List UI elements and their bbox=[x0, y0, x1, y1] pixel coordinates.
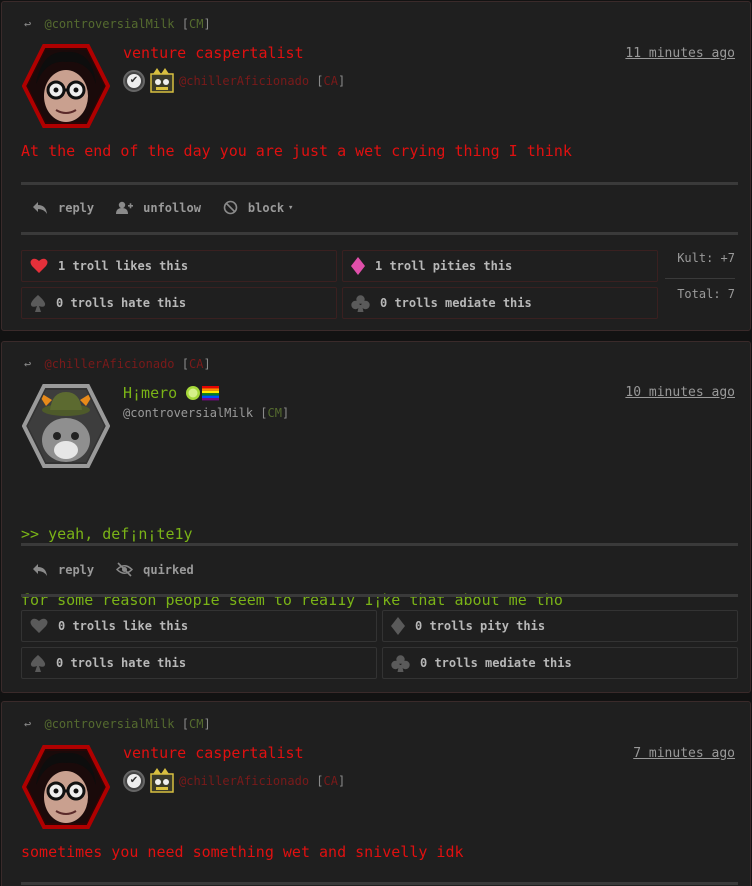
avatar[interactable] bbox=[22, 384, 110, 468]
reply-to-handle[interactable]: @controversialMilk bbox=[44, 17, 174, 31]
game-badge-icon bbox=[150, 68, 174, 93]
pity-count-label: 0 trolls pity this bbox=[415, 619, 546, 633]
divider bbox=[21, 543, 738, 546]
score-box: Kult: +7 Total: 7 bbox=[665, 251, 735, 314]
author-tag: CM bbox=[267, 406, 282, 420]
lime-and-pride-flag-icon bbox=[186, 386, 220, 401]
reply-label: reply bbox=[58, 562, 95, 577]
quirked-toggle[interactable]: quirked bbox=[116, 562, 194, 577]
mediate-reaction[interactable]: 0 trolls mediate this bbox=[342, 287, 658, 319]
action-bar: reply unfollow block ▾ bbox=[32, 200, 293, 215]
reply-to-tag: CM bbox=[188, 17, 204, 31]
post-card: ↩ @chillerAficionado [CA] H¡mero @contro… bbox=[1, 341, 751, 693]
author-tag: CA bbox=[323, 74, 338, 88]
author-handle[interactable]: @chillerAficionado bbox=[179, 74, 309, 88]
reply-arrow-icon bbox=[33, 201, 47, 214]
verified-badge-icon: ✔ bbox=[123, 70, 145, 92]
quirked-label: quirked bbox=[143, 562, 194, 577]
author-subline: @controversialMilk [CM] bbox=[123, 406, 290, 420]
diamond-icon bbox=[391, 617, 405, 635]
post-body-line: for some reason peop1e seem to rea11y 1¡… bbox=[21, 591, 563, 609]
reply-to-arrow-icon: ↩ bbox=[24, 17, 32, 31]
heart-icon bbox=[30, 258, 48, 273]
reactions-grid: 1 troll likes this 1 troll pities this 0… bbox=[21, 250, 658, 319]
pity-reaction[interactable]: 1 troll pities this bbox=[342, 250, 658, 282]
author-subline: ✔ @chillerAficionado [CA] bbox=[123, 68, 345, 94]
divider bbox=[21, 882, 738, 885]
reply-to-arrow-icon: ↩ bbox=[24, 357, 32, 371]
reply-button[interactable]: reply bbox=[32, 563, 94, 577]
like-reaction[interactable]: 0 trolls like this bbox=[21, 610, 377, 642]
reply-button[interactable]: reply bbox=[32, 201, 94, 215]
spade-icon bbox=[30, 654, 46, 672]
hate-reaction[interactable]: 0 trolls hate this bbox=[21, 647, 377, 679]
post-body-line: >> yeah, def¡n¡te1y bbox=[21, 525, 193, 543]
reply-arrow-icon bbox=[33, 563, 47, 576]
reply-to-tag: CA bbox=[188, 357, 204, 371]
diamond-icon bbox=[351, 257, 365, 275]
like-count-label: 1 troll likes this bbox=[58, 259, 189, 273]
block-button[interactable]: block ▾ bbox=[223, 200, 294, 215]
avatar[interactable] bbox=[22, 745, 110, 829]
hate-reaction[interactable]: 0 trolls hate this bbox=[21, 287, 337, 319]
display-name[interactable]: venture caspertalist bbox=[123, 744, 304, 762]
heart-icon bbox=[30, 618, 48, 633]
unfollow-button[interactable]: unfollow bbox=[116, 201, 201, 215]
like-reaction[interactable]: 1 troll likes this bbox=[21, 250, 337, 282]
display-name[interactable]: venture caspertalist bbox=[123, 44, 304, 62]
reply-to-arrow-icon: ↩ bbox=[24, 717, 32, 731]
verified-badge-icon: ✔ bbox=[123, 770, 145, 792]
user-minus-icon bbox=[116, 201, 134, 214]
divider bbox=[21, 594, 738, 597]
action-bar: reply quirked bbox=[32, 562, 194, 577]
mediate-count-label: 0 trolls mediate this bbox=[420, 656, 572, 670]
spade-icon bbox=[30, 294, 46, 312]
author-handle[interactable]: @controversialMilk bbox=[123, 406, 253, 420]
author-subline: ✔ @chillerAficionado [CA] bbox=[123, 768, 345, 794]
like-count-label: 0 trolls like this bbox=[58, 619, 189, 633]
reply-to-line: ↩ @controversialMilk [CM] bbox=[24, 717, 211, 731]
author-handle[interactable]: @chillerAficionado bbox=[179, 774, 309, 788]
reply-to-handle[interactable]: @chillerAficionado bbox=[44, 357, 174, 371]
divider bbox=[21, 232, 738, 235]
game-badge-icon bbox=[150, 768, 174, 793]
kult-score: Kult: +7 bbox=[677, 251, 735, 265]
club-icon bbox=[391, 654, 410, 672]
avatar[interactable] bbox=[22, 44, 110, 128]
club-icon bbox=[351, 294, 370, 312]
timestamp[interactable]: 7 minutes ago bbox=[633, 746, 735, 761]
timestamp[interactable]: 11 minutes ago bbox=[625, 46, 735, 61]
display-name-row: H¡mero bbox=[123, 384, 220, 402]
post-body: At the end of the day you are just a wet… bbox=[21, 142, 572, 160]
hate-count-label: 0 trolls hate this bbox=[56, 296, 187, 310]
display-name[interactable]: H¡mero bbox=[123, 384, 177, 402]
block-label: block bbox=[247, 200, 285, 215]
divider bbox=[21, 182, 738, 185]
reply-to-line: ↩ @chillerAficionado [CA] bbox=[24, 357, 211, 371]
reply-label: reply bbox=[58, 200, 95, 215]
caret-down-icon: ▾ bbox=[288, 202, 294, 213]
mediate-count-label: 0 trolls mediate this bbox=[380, 296, 532, 310]
total-score: Total: 7 bbox=[677, 287, 735, 301]
unfollow-label: unfollow bbox=[143, 200, 201, 215]
block-circle-icon bbox=[223, 200, 238, 215]
reply-to-handle[interactable]: @controversialMilk bbox=[44, 717, 174, 731]
reply-to-tag: CM bbox=[188, 717, 204, 731]
author-tag: CA bbox=[323, 774, 338, 788]
hate-count-label: 0 trolls hate this bbox=[56, 656, 187, 670]
score-divider bbox=[665, 278, 735, 279]
post-body: sometimes you need something wet and sni… bbox=[21, 843, 464, 861]
pity-count-label: 1 troll pities this bbox=[375, 259, 513, 273]
timestamp[interactable]: 10 minutes ago bbox=[625, 385, 735, 400]
post-card: ↩ @controversialMilk [CM] venture casper… bbox=[1, 1, 751, 331]
mediate-reaction[interactable]: 0 trolls mediate this bbox=[382, 647, 738, 679]
pity-reaction[interactable]: 0 trolls pity this bbox=[382, 610, 738, 642]
reply-to-line: ↩ @controversialMilk [CM] bbox=[24, 17, 211, 31]
eye-slash-icon bbox=[116, 562, 134, 577]
post-card: ↩ @controversialMilk [CM] venture casper… bbox=[1, 701, 751, 886]
reactions-grid: 0 trolls like this 0 trolls pity this 0 … bbox=[21, 610, 738, 679]
